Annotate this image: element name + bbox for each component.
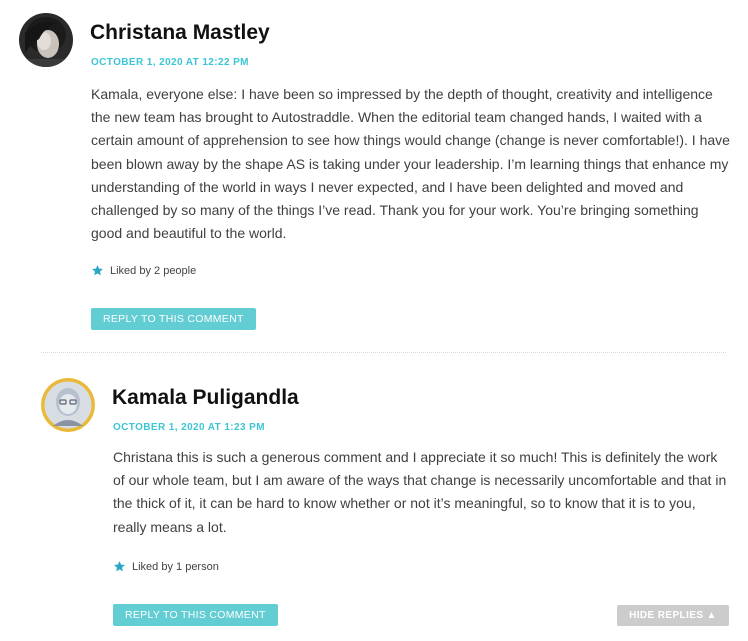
reply-button[interactable]: REPLY TO THIS COMMENT — [91, 308, 256, 330]
comment-author[interactable]: Kamala Puligandla — [112, 386, 299, 410]
avatar-christana[interactable] — [19, 13, 73, 67]
comment-body: Kamala, everyone else: I have been so im… — [91, 86, 730, 242]
comment-date[interactable]: OCTOBER 1, 2020 AT 1:23 PM — [113, 422, 265, 433]
avatar-photo-christana — [19, 13, 73, 67]
comment-date[interactable]: OCTOBER 1, 2020 AT 12:22 PM — [91, 57, 249, 68]
comment-author[interactable]: Christana Mastley — [90, 21, 270, 45]
hide-replies-button[interactable]: HIDE REPLIES ▲ — [617, 605, 729, 626]
avatar-kamala[interactable] — [41, 378, 95, 432]
comment-divider — [41, 352, 726, 353]
avatar-photo-kamala — [41, 378, 95, 432]
comment-body: Christana this is such a generous commen… — [113, 449, 727, 535]
star-icon — [114, 561, 125, 572]
likes-info[interactable]: Liked by 1 person — [113, 560, 219, 573]
likes-label: Liked by 2 people — [110, 264, 197, 277]
likes-info[interactable]: Liked by 2 people — [91, 264, 196, 277]
reply-button[interactable]: REPLY TO THIS COMMENT — [113, 604, 278, 626]
likes-label: Liked by 1 person — [132, 560, 219, 573]
star-icon — [92, 265, 103, 276]
